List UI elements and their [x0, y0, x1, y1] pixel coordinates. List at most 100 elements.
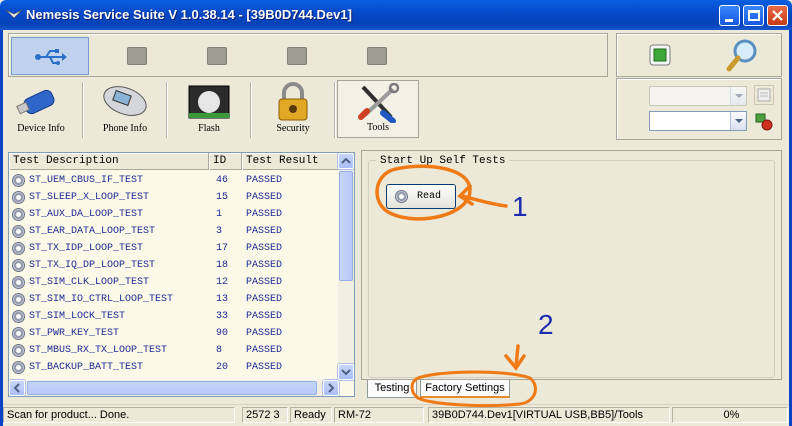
- vertical-scrollbar[interactable]: [338, 153, 354, 380]
- title-bar[interactable]: Nemesis Service Suite V 1.0.38.14 - [39B…: [0, 0, 792, 30]
- window-title: Nemesis Service Suite V 1.0.38.14 - [39B…: [26, 7, 352, 22]
- connection-slot-3-button[interactable]: [177, 37, 255, 75]
- scan-toolbar: [616, 33, 782, 77]
- scan-button[interactable]: [725, 37, 765, 75]
- flash-button[interactable]: Flash: [168, 80, 250, 138]
- maximize-icon: [748, 10, 760, 21]
- test-result: PASSED: [246, 362, 283, 373]
- chevron-down-icon[interactable]: [730, 112, 746, 130]
- list-item[interactable]: ST_SIM_CLK_LOOP_TEST 12 PASSED: [9, 274, 339, 291]
- test-description: ST_AUX_DA_LOOP_TEST: [29, 209, 144, 220]
- test-result: PASSED: [246, 345, 283, 356]
- scroll-right-button[interactable]: [323, 380, 339, 396]
- phone-info-button[interactable]: Phone Info: [84, 80, 166, 138]
- scroll-thumb[interactable]: [339, 171, 353, 281]
- gear-icon: [12, 344, 25, 357]
- tools-button[interactable]: Tools: [337, 80, 419, 138]
- app-logo-icon: [6, 9, 22, 19]
- disabled-device-icon: [207, 47, 227, 65]
- read-button[interactable]: Read: [386, 184, 456, 209]
- test-description: ST_SIM_CLK_LOOP_TEST: [29, 277, 150, 288]
- category-divider: [166, 82, 167, 138]
- category-divider: [250, 82, 251, 138]
- list-item[interactable]: ST_SIM_LOCK_TEST 33 PASSED: [9, 308, 339, 325]
- column-header-id[interactable]: ID: [209, 153, 242, 170]
- test-results-list[interactable]: Test Description ID Test Result ST_UEM_C…: [8, 152, 355, 397]
- list-item[interactable]: ST_TX_IDP_LOOP_TEST 17 PASSED: [9, 240, 339, 257]
- phone-icon: [103, 86, 147, 116]
- connection-slot-4-button[interactable]: [257, 37, 335, 75]
- self-test-group-title: Start Up Self Tests: [376, 155, 510, 167]
- connection-toolbar: [8, 33, 608, 77]
- usb-connection-button[interactable]: [11, 37, 89, 75]
- magnifier-icon: [726, 39, 757, 72]
- category-divider: [334, 82, 335, 138]
- test-result: PASSED: [246, 226, 283, 237]
- test-id: 12: [216, 277, 229, 288]
- list-item[interactable]: ST_PWR_KEY_TEST 90 PASSED: [9, 325, 339, 342]
- minimize-button[interactable]: [719, 5, 740, 26]
- scroll-thumb[interactable]: [27, 381, 317, 395]
- list-item[interactable]: ST_SLEEP_X_LOOP_TEST 15 PASSED: [9, 189, 339, 206]
- gear-icon: [12, 174, 25, 187]
- test-description: ST_EAR_DATA_LOOP_TEST: [29, 226, 156, 237]
- test-id: 15: [216, 192, 229, 203]
- scroll-left-button[interactable]: [9, 380, 25, 396]
- test-result: PASSED: [246, 209, 283, 220]
- list-item[interactable]: ST_MBUS_RX_TX_LOOP_TEST 8 PASSED: [9, 342, 339, 359]
- connection-combo[interactable]: [649, 111, 747, 131]
- column-header-description[interactable]: Test Description: [9, 153, 209, 170]
- disabled-device-icon: [367, 47, 387, 65]
- status-model: RM-72: [334, 407, 424, 423]
- column-header-result[interactable]: Test Result: [242, 153, 339, 170]
- list-item[interactable]: ST_TX_IQ_DP_LOOP_TEST 18 PASSED: [9, 257, 339, 274]
- list-item[interactable]: ST_SIM_IO_CTRL_LOOP_TEST 13 PASSED: [9, 291, 339, 308]
- connection-settings-button[interactable]: [754, 111, 774, 131]
- gear-icon: [12, 327, 25, 340]
- connection-slot-2-button[interactable]: [97, 37, 175, 75]
- scroll-down-button[interactable]: [338, 364, 354, 380]
- test-description: ST_BACKUP_BATT_TEST: [29, 362, 144, 373]
- test-result: PASSED: [246, 294, 283, 305]
- chevron-down-icon[interactable]: [730, 87, 746, 105]
- gear-icon: [12, 259, 25, 272]
- flash-chip-icon: [188, 85, 230, 119]
- test-description: ST_SIM_IO_CTRL_LOOP_TEST: [29, 294, 174, 305]
- connection-slot-5-button[interactable]: [337, 37, 415, 75]
- status-progress: 0%: [672, 407, 788, 423]
- gear-icon: [12, 293, 25, 306]
- disabled-device-icon: [287, 47, 307, 65]
- list-item[interactable]: ST_AUX_DA_LOOP_TEST 1 PASSED: [9, 206, 339, 223]
- test-id: 1: [216, 209, 223, 220]
- status-connection: 39B0D744.Dev1[VIRTUAL USB,BB5]/Tools: [428, 407, 670, 423]
- list-item[interactable]: ST_UEM_CBUS_IF_TEST 46 PASSED: [9, 172, 339, 189]
- test-description: ST_PWR_KEY_TEST: [29, 328, 120, 339]
- category-label: Security: [276, 123, 310, 134]
- scroll-up-button[interactable]: [338, 153, 354, 169]
- minimize-icon: [725, 19, 733, 22]
- tab-testing[interactable]: Testing: [367, 380, 417, 398]
- chevron-left-icon: [13, 383, 20, 393]
- chevron-up-icon: [341, 157, 351, 164]
- tab-factory-settings[interactable]: Factory Settings: [420, 380, 510, 398]
- stop-icon: [649, 44, 671, 66]
- test-id: 20: [216, 362, 229, 373]
- test-id: 90: [216, 328, 229, 339]
- disabled-device-icon: [127, 47, 147, 65]
- network-settings-icon: [755, 113, 773, 131]
- gear-icon: [12, 191, 25, 204]
- maximize-button[interactable]: [743, 5, 764, 26]
- security-button[interactable]: Security: [252, 80, 334, 138]
- device-info-button[interactable]: Device Info: [0, 80, 82, 138]
- list-item[interactable]: ST_BACKUP_BATT_TEST 20 PASSED: [9, 359, 339, 376]
- list-item[interactable]: ST_EAR_DATA_LOOP_TEST 3 PASSED: [9, 223, 339, 240]
- gear-icon: [12, 242, 25, 255]
- product-combo[interactable]: [649, 86, 747, 106]
- product-info-button[interactable]: [754, 85, 774, 105]
- status-code: 2572 3: [242, 407, 288, 423]
- horizontal-scrollbar[interactable]: [9, 380, 339, 396]
- test-description: ST_SLEEP_X_LOOP_TEST: [29, 192, 150, 203]
- stop-button[interactable]: [647, 42, 675, 70]
- test-result: PASSED: [246, 243, 283, 254]
- close-button[interactable]: [767, 5, 788, 26]
